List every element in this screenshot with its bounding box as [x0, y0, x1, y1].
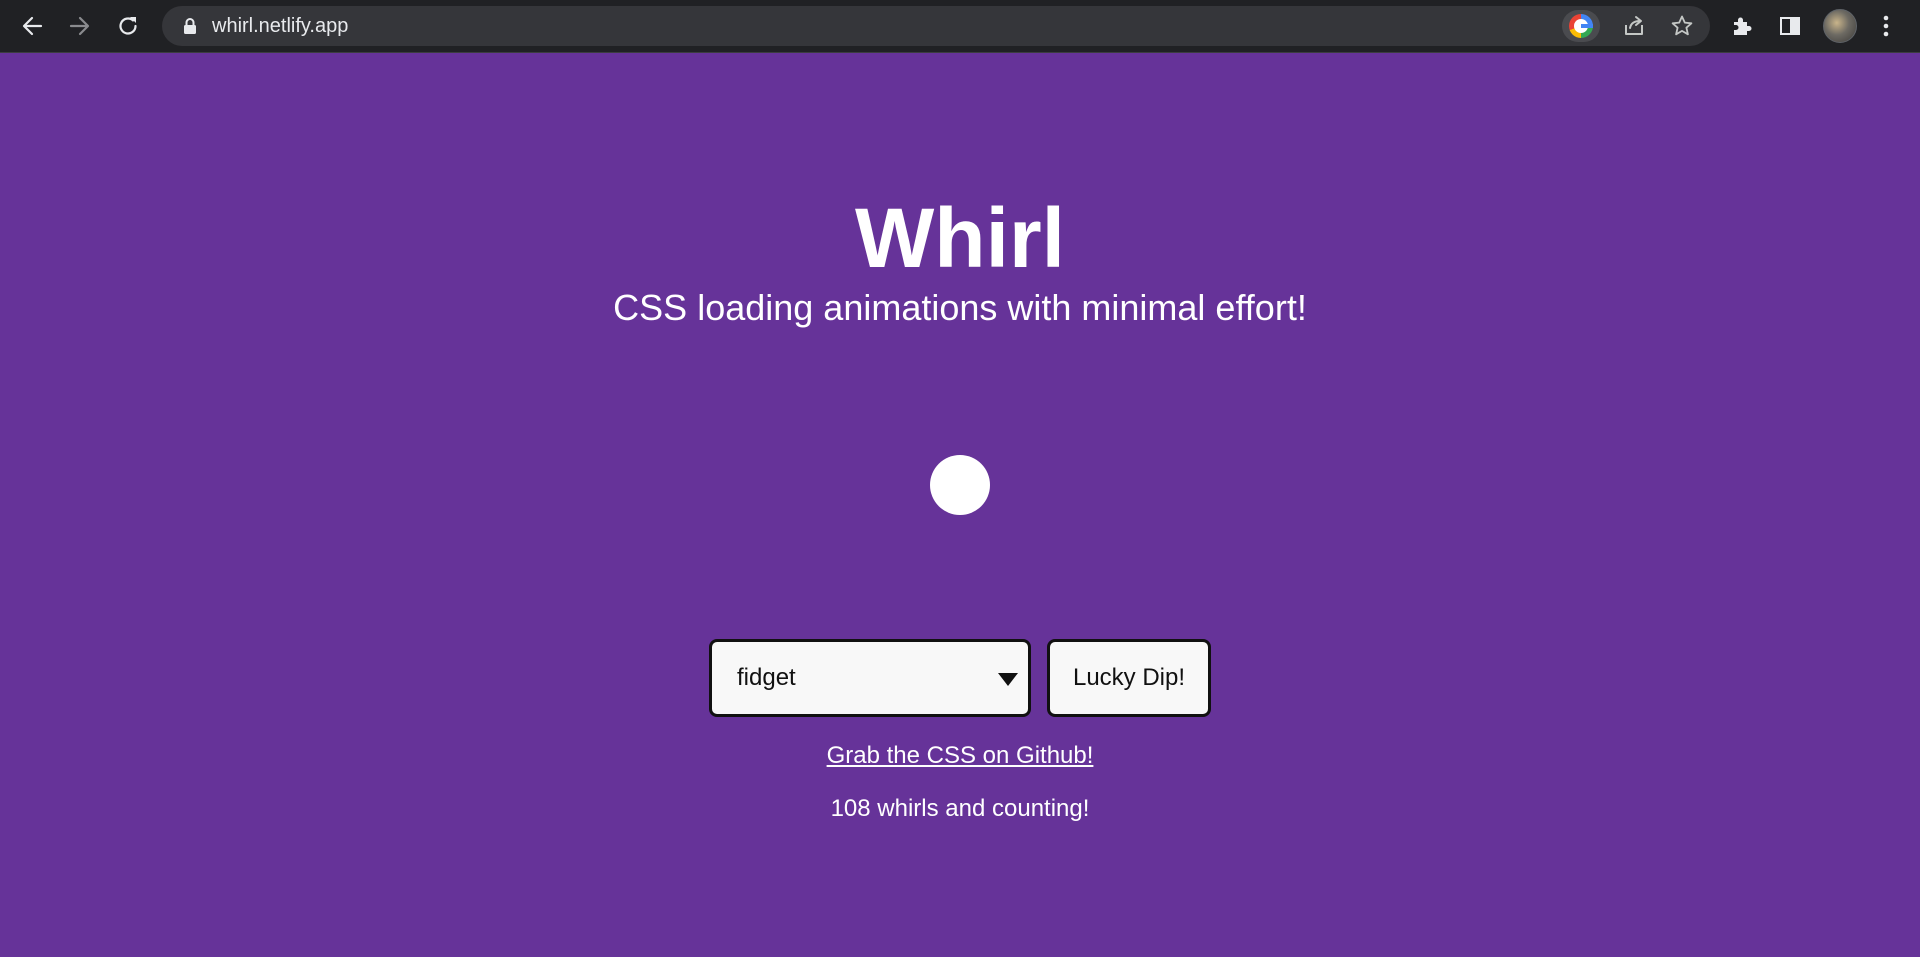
browser-toolbar: whirl.netlify.app — [0, 0, 1920, 53]
chevron-down-icon — [998, 673, 1018, 686]
page-subtitle: CSS loading animations with minimal effo… — [613, 287, 1307, 328]
reload-icon[interactable] — [110, 8, 146, 44]
url-text[interactable]: whirl.netlify.app — [212, 6, 348, 46]
avatar[interactable] — [1823, 9, 1857, 43]
puzzle-icon[interactable] — [1724, 8, 1760, 44]
animation-select[interactable]: fidget — [709, 639, 1031, 717]
github-link[interactable]: Grab the CSS on Github! — [827, 742, 1094, 769]
loading-animation — [930, 455, 990, 515]
kebab-menu-icon[interactable] — [1868, 8, 1904, 44]
forward-arrow-icon[interactable] — [62, 8, 98, 44]
lucky-dip-button[interactable]: Lucky Dip! — [1047, 639, 1211, 717]
lock-icon[interactable] — [182, 17, 198, 40]
github-link-row: Grab the CSS on Github! — [0, 741, 1920, 771]
side-panel-icon[interactable] — [1772, 8, 1808, 44]
address-bar[interactable]: whirl.netlify.app — [162, 6, 1710, 46]
google-lens-icon[interactable] — [1562, 10, 1600, 42]
star-icon[interactable] — [1664, 8, 1700, 44]
back-arrow-icon[interactable] — [14, 8, 50, 44]
page-title: Whirl — [855, 191, 1065, 285]
selected-animation: fidget — [737, 664, 796, 691]
share-icon[interactable] — [1616, 8, 1652, 44]
whirl-counter: 108 whirls and counting! — [830, 795, 1090, 822]
